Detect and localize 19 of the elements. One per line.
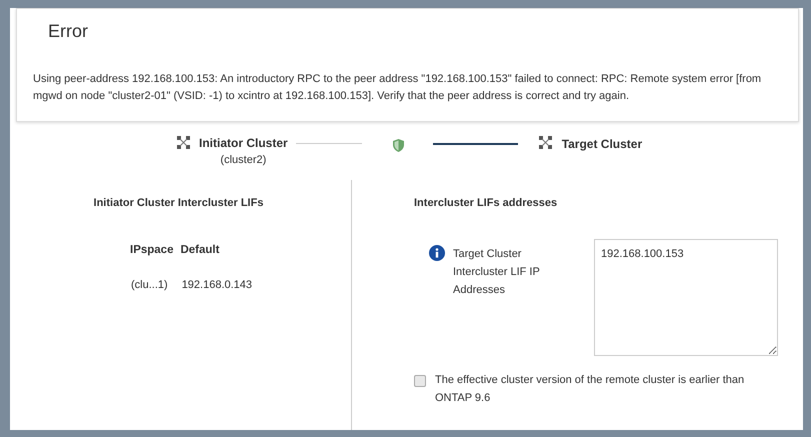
cluster-icon [177, 136, 190, 149]
field-label: Target Cluster Intercluster LIF IP Addresses [453, 246, 541, 298]
error-message: Using peer-address 192.168.100.153: An introductory RPC to the peer address "192.168.100.153" failed to connect: RPC: Remote system error [from mgwd on node "cluster2-01" (VSID: -1) to xcintro at 192.168.100.153]. Verify that the peer address is correct and try again. [33, 72, 762, 104]
lif-node-name: (clu...1) [131, 278, 168, 293]
info-icon [429, 244, 445, 260]
section-heading: Initiator Cluster Intercluster LIFs [94, 197, 264, 209]
checkbox[interactable] [414, 374, 426, 386]
shield-icon [392, 139, 404, 152]
target-cluster-name: Target Cluster [562, 136, 642, 153]
initiator-cluster-subtitle: (cluster2) [219, 153, 268, 168]
error-title: Error [48, 21, 89, 43]
ip-addresses-field[interactable]: 192.168.100.153 [594, 238, 778, 356]
cluster-icon [538, 136, 552, 149]
section-heading: Intercluster LIFs addresses [414, 197, 558, 209]
lif-address: 192.168.0.143 [182, 278, 252, 293]
checkbox-label: The effective cluster version of the remote cluster is earlier than ONTAP 9.6 [435, 372, 746, 406]
initiator-cluster-name: Initiator Cluster [199, 135, 288, 152]
ipspace-label: IPspace [130, 242, 174, 258]
ipspace-value: Default [180, 242, 220, 258]
